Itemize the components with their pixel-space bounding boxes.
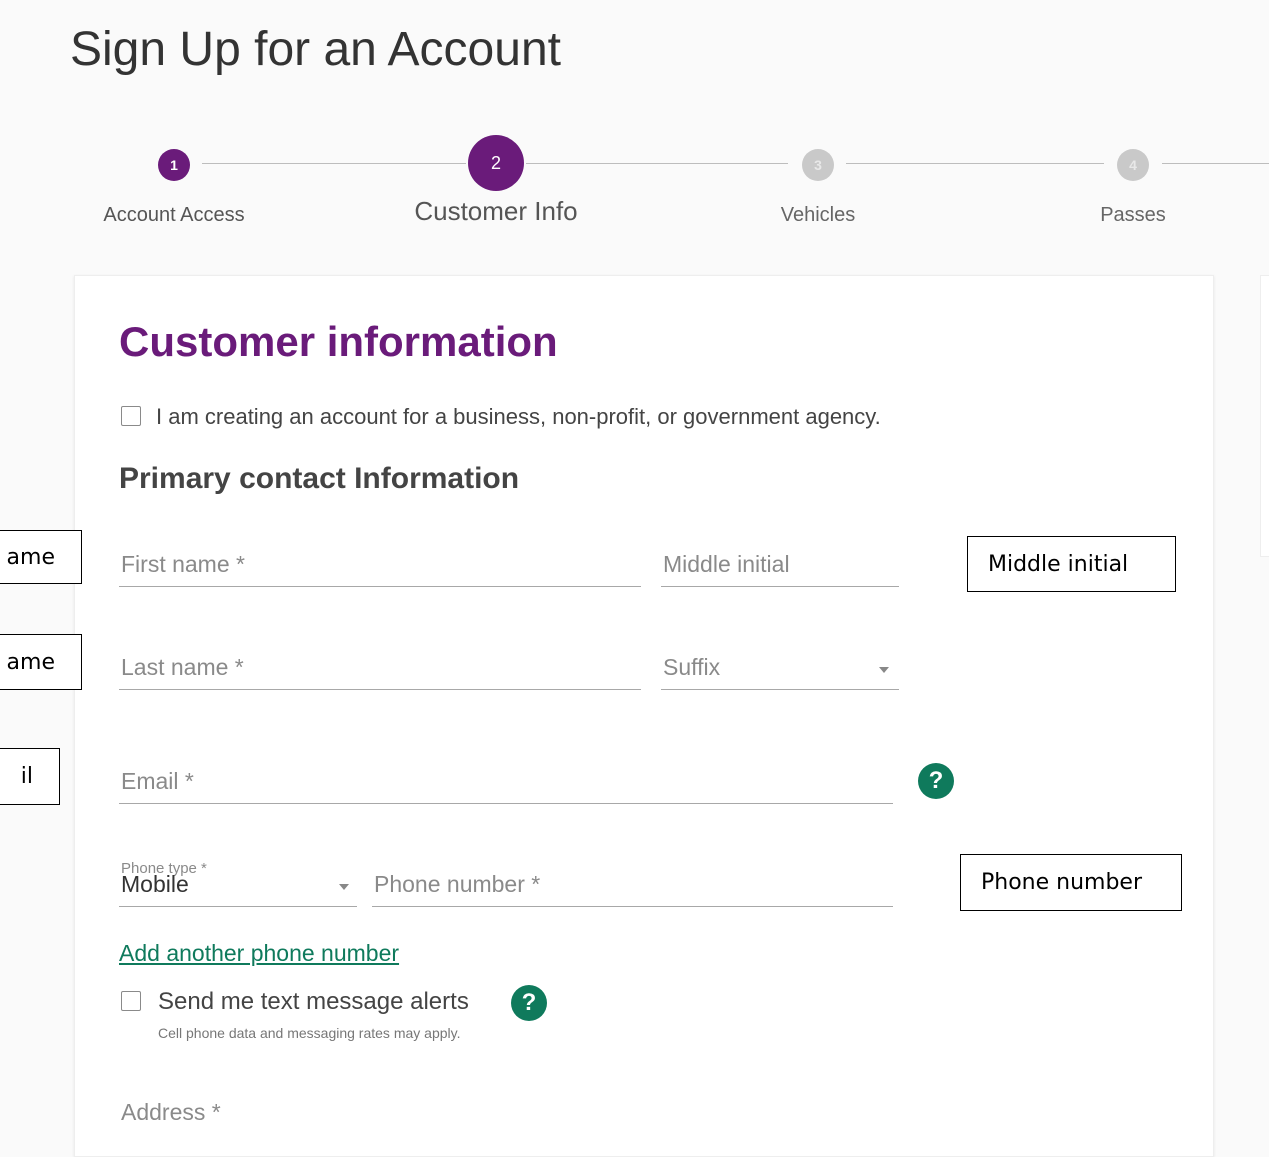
phone-type-select[interactable]: Phone type * Mobile [119, 860, 357, 907]
first-name-field[interactable]: First name * [119, 546, 641, 587]
phone-type-value: Mobile [121, 871, 189, 897]
step-connector [202, 163, 466, 164]
side-panel-edge [1260, 275, 1269, 557]
address-placeholder: Address * [121, 1099, 221, 1125]
email-help-icon[interactable]: ? [918, 763, 954, 799]
step-3-label: Vehicles [780, 204, 856, 226]
page-title: Sign Up for an Account [70, 23, 561, 76]
phone-number-field[interactable]: Phone number * [372, 866, 893, 907]
step-1-label[interactable]: Account Access [103, 204, 244, 227]
middle-initial-placeholder: Middle initial [663, 551, 790, 577]
step-connector [846, 163, 1104, 164]
business-account-label[interactable]: I am creating an account for a business,… [156, 404, 881, 430]
step-connector [526, 163, 788, 164]
phone-number-placeholder: Phone number * [374, 871, 541, 897]
step-2-label: Customer Info [414, 196, 578, 226]
text-alerts-help-icon[interactable]: ? [511, 985, 547, 1021]
step-1-circle[interactable]: 1 [158, 149, 190, 181]
first-name-placeholder: First name * [121, 551, 245, 577]
email-field[interactable]: Email * [119, 763, 893, 804]
address-field[interactable]: Address * [119, 1094, 893, 1134]
chevron-down-icon [339, 884, 349, 890]
last-name-annotation: ame [0, 634, 82, 690]
step-3-circle: 3 [802, 149, 834, 181]
section-title: Customer information [119, 318, 558, 365]
progress-stepper: 1 2 3 4 Account Access Customer Info Veh… [0, 135, 1269, 238]
suffix-placeholder: Suffix [663, 654, 721, 680]
email-annotation: il [0, 748, 60, 805]
primary-contact-heading: Primary contact Information [119, 462, 520, 495]
text-alerts-checkbox[interactable] [121, 991, 141, 1011]
signup-page: Sign Up for an Account 1 2 3 4 Account A… [0, 0, 1269, 1157]
last-name-placeholder: Last name * [121, 654, 244, 680]
middle-initial-field[interactable]: Middle initial [661, 546, 899, 587]
email-placeholder: Email * [121, 768, 194, 794]
step-4-label: Passes [1100, 204, 1166, 226]
step-2-circle[interactable]: 2 [468, 135, 524, 191]
first-name-annotation: ame [0, 530, 82, 584]
add-phone-link[interactable]: Add another phone number [119, 940, 399, 967]
step-4-circle: 4 [1117, 149, 1149, 181]
messaging-rates-note: Cell phone data and messaging rates may … [158, 1025, 461, 1041]
text-alerts-label[interactable]: Send me text message alerts [158, 988, 469, 1016]
phone-number-annotation: Phone number [960, 854, 1182, 911]
step-connector [1162, 163, 1269, 164]
middle-initial-annotation: Middle initial [967, 536, 1176, 592]
business-account-checkbox[interactable] [121, 406, 141, 426]
last-name-field[interactable]: Last name * [119, 649, 641, 690]
suffix-select[interactable]: Suffix [661, 649, 899, 690]
chevron-down-icon [879, 667, 889, 673]
